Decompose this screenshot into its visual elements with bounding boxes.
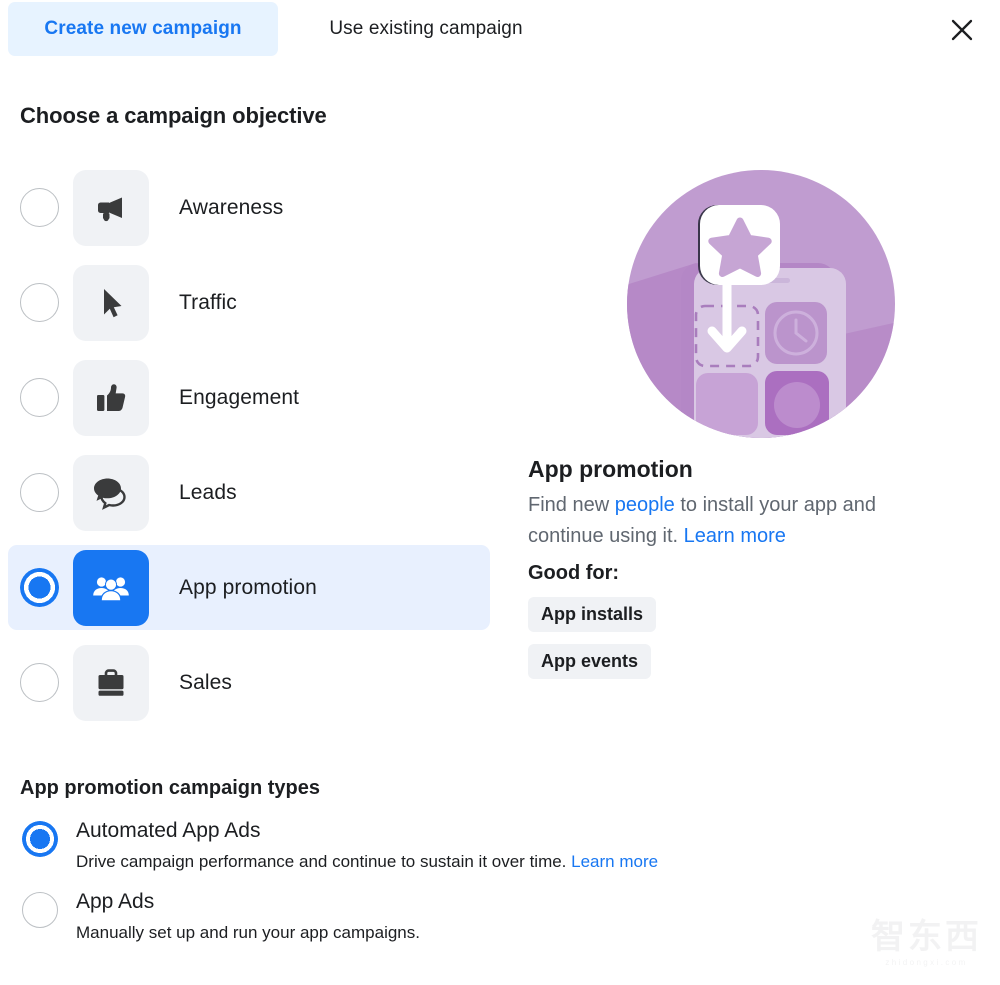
objective-label: App promotion (179, 575, 317, 599)
info-description-part1: Find new (528, 494, 615, 516)
objective-label: Sales (179, 670, 233, 694)
icon-tile-leads (73, 454, 149, 531)
learn-more-link-automated[interactable]: Learn more (571, 852, 658, 871)
icon-tile-sales (73, 644, 149, 721)
objective-info-panel: App promotion Find new people to install… (528, 160, 978, 691)
info-title: App promotion (528, 456, 693, 482)
campaign-type-row-automated-app-ads[interactable]: Automated App Ads Drive campaign perform… (0, 818, 820, 873)
icon-tile-engagement (73, 359, 149, 436)
radio-app-promotion[interactable] (20, 568, 59, 607)
good-for-tags: App installs App events (528, 597, 978, 691)
radio-traffic[interactable] (20, 283, 59, 322)
megaphone-icon (92, 189, 130, 227)
learn-more-link[interactable]: Learn more (684, 525, 786, 547)
briefcase-icon (92, 664, 130, 702)
app-promotion-illustration (626, 168, 896, 445)
campaign-type-row-app-ads[interactable]: App Ads Manually set up and run your app… (0, 889, 820, 944)
objective-row-app-promotion[interactable]: App promotion (0, 540, 500, 635)
close-icon (948, 16, 976, 44)
people-group-icon (91, 568, 131, 608)
objective-label: Awareness (179, 195, 284, 219)
campaign-type-text: Automated App Ads Drive campaign perform… (76, 818, 658, 873)
close-button[interactable] (942, 10, 982, 50)
illustration-wrap (528, 160, 978, 450)
objective-row-traffic[interactable]: Traffic (0, 255, 500, 350)
objective-label: Engagement (179, 385, 300, 409)
objective-row-sales[interactable]: Sales (0, 635, 500, 730)
campaign-type-title: Automated App Ads (76, 819, 261, 842)
thumbs-up-icon (92, 379, 130, 417)
radio-app-ads[interactable] (22, 892, 58, 928)
good-for-label: Good for: (528, 562, 620, 584)
campaign-type-subtitle: Drive campaign performance and continue … (76, 850, 658, 873)
radio-leads[interactable] (20, 473, 59, 512)
watermark-cn: 智东西 (871, 918, 982, 956)
campaign-type-subtitle-text: Drive campaign performance and continue … (76, 852, 572, 871)
radio-automated-app-ads[interactable] (22, 821, 58, 857)
icon-tile-app-promotion (73, 549, 149, 626)
tab-use-existing-campaign[interactable]: Use existing campaign (296, 2, 556, 56)
watermark-en: zhidongxi.com (885, 958, 968, 967)
radio-engagement[interactable] (20, 378, 59, 417)
dialog-tabbar: Create new campaign Use existing campaig… (0, 0, 1000, 58)
objective-row-engagement[interactable]: Engagement (0, 350, 500, 445)
radio-awareness[interactable] (20, 188, 59, 227)
radio-sales[interactable] (20, 663, 59, 702)
chat-bubbles-icon (92, 474, 130, 512)
people-link[interactable]: people (615, 494, 675, 516)
watermark: 智东西 zhidongxi.com (871, 918, 982, 967)
tag-app-events: App events (528, 644, 652, 679)
cursor-icon (92, 284, 130, 322)
objective-heading: Choose a campaign objective (20, 103, 327, 128)
objective-label: Leads (179, 480, 237, 504)
icon-tile-traffic (73, 264, 149, 341)
campaign-type-title: App Ads (76, 890, 155, 913)
info-description: Find new people to install your app and … (528, 490, 948, 552)
objective-list: Awareness Traffic Engagement Leads App p… (0, 160, 500, 730)
tab-create-new-campaign[interactable]: Create new campaign (8, 2, 278, 56)
campaign-types-list: Automated App Ads Drive campaign perform… (0, 818, 820, 960)
campaign-types-heading: App promotion campaign types (20, 777, 321, 799)
campaign-type-subtitle: Manually set up and run your app campaig… (76, 923, 420, 942)
objective-row-awareness[interactable]: Awareness (0, 160, 500, 255)
objective-row-leads[interactable]: Leads (0, 445, 500, 540)
tag-app-installs: App installs (528, 597, 657, 632)
objective-label: Traffic (179, 290, 237, 314)
campaign-objective-dialog: Create new campaign Use existing campaig… (0, 0, 1000, 985)
campaign-type-text: App Ads Manually set up and run your app… (76, 889, 420, 944)
icon-tile-awareness (73, 169, 149, 246)
